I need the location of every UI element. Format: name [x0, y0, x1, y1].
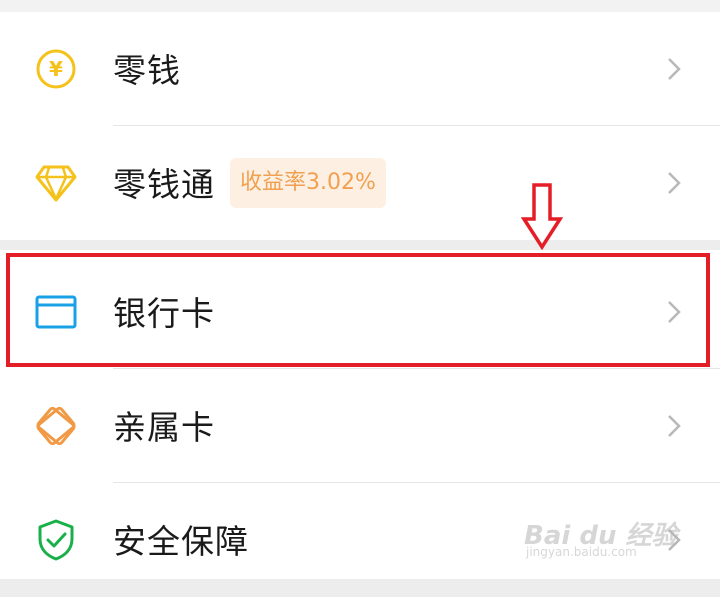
down-arrow-icon	[521, 183, 563, 251]
chevron-right-icon	[668, 301, 681, 323]
menu-item-label: 安全保障	[113, 522, 249, 562]
diamond-icon	[33, 160, 79, 206]
top-spacer	[0, 0, 720, 12]
yuan-coin-icon: ¥	[33, 46, 79, 92]
menu-item-label: 银行卡	[113, 294, 215, 334]
menu-item-family-card[interactable]: 亲属卡	[0, 369, 720, 483]
chevron-right-icon	[668, 172, 681, 194]
menu-item-label: 亲属卡	[113, 408, 215, 448]
bank-card-icon	[33, 289, 79, 335]
yield-rate-badge: 收益率3.02%	[230, 158, 386, 208]
yuan-glyph: ¥	[49, 57, 63, 81]
menu-item-change[interactable]: ¥ 零钱	[0, 12, 720, 126]
chevron-right-icon	[668, 58, 681, 80]
shield-check-icon	[33, 517, 79, 563]
chevron-right-icon	[668, 529, 681, 551]
menu-item-label: 零钱	[113, 51, 181, 91]
menu-item-bank-card[interactable]: 银行卡	[0, 255, 720, 369]
wallet-group-1: ¥ 零钱 零钱通 收益率3.02%	[0, 12, 720, 240]
family-card-icon	[33, 403, 79, 449]
wallet-group-2: 银行卡 亲属卡 安全保障	[0, 250, 720, 579]
menu-item-security[interactable]: 安全保障	[0, 483, 720, 597]
chevron-right-icon	[668, 415, 681, 437]
menu-item-lingqiantong[interactable]: 零钱通 收益率3.02%	[0, 126, 720, 240]
menu-item-label: 零钱通	[113, 165, 215, 205]
